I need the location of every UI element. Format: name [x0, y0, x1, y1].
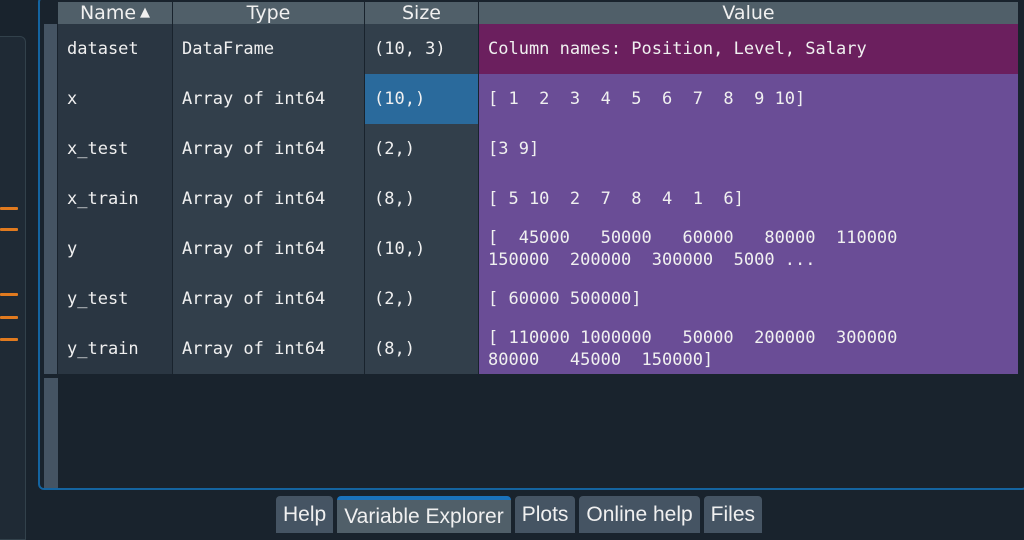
variable-value-cell[interactable]: [ 110000 1000000 50000 200000 300000 800…: [479, 324, 1019, 374]
row-header[interactable]: [44, 24, 58, 74]
variable-name-cell[interactable]: x: [58, 74, 173, 124]
variable-value-cell[interactable]: [ 45000 50000 60000 80000 110000 150000 …: [479, 224, 1019, 274]
variable-type-cell[interactable]: Array of int64: [173, 124, 365, 174]
table-row[interactable]: x_test Array of int64 (2,) [3 9]: [44, 124, 1019, 174]
variable-value-cell[interactable]: [ 5 10 2 7 8 4 1 6]: [479, 174, 1019, 224]
variable-size-cell-selected[interactable]: (10,): [365, 74, 479, 124]
tab-variable-explorer[interactable]: Variable Explorer: [337, 496, 511, 533]
variable-value-cell[interactable]: [3 9]: [479, 124, 1019, 174]
table-row[interactable]: y Array of int64 (10,) [ 45000 50000 600…: [44, 224, 1019, 274]
tab-online-help[interactable]: Online help: [579, 496, 700, 533]
row-header[interactable]: [44, 74, 58, 124]
editor-marker: [0, 338, 18, 341]
variable-size-cell[interactable]: (8,): [365, 174, 479, 224]
variable-value-cell[interactable]: [ 1 2 3 4 5 6 7 8 9 10]: [479, 74, 1019, 124]
variable-name-cell[interactable]: y_train: [58, 324, 173, 374]
editor-marker: [0, 316, 18, 319]
variable-type-cell[interactable]: Array of int64: [173, 224, 365, 274]
tab-plots[interactable]: Plots: [514, 496, 576, 533]
variable-type-cell[interactable]: Array of int64: [173, 174, 365, 224]
variable-explorer-pane: Name ▲ Type Size Value dataset DataFrame…: [38, 0, 1024, 490]
variable-size-cell[interactable]: (10, 3): [365, 24, 479, 74]
variable-type-cell[interactable]: Array of int64: [173, 274, 365, 324]
table-row[interactable]: x Array of int64 (10,) [ 1 2 3 4 5 6 7 8…: [44, 74, 1019, 124]
variable-name-cell[interactable]: x_train: [58, 174, 173, 224]
variable-size-cell[interactable]: (10,): [365, 224, 479, 274]
row-header[interactable]: [44, 124, 58, 174]
row-header[interactable]: [44, 274, 58, 324]
row-header[interactable]: [44, 324, 58, 374]
variable-name-cell[interactable]: y_test: [58, 274, 173, 324]
tab-files[interactable]: Files: [703, 496, 763, 533]
variable-name-cell[interactable]: x_test: [58, 124, 173, 174]
column-header-value-label: Value: [722, 2, 775, 24]
bottom-tab-bar: Help Variable Explorer Plots Online help…: [276, 496, 763, 533]
column-header-size[interactable]: Size: [365, 2, 479, 24]
variable-size-cell[interactable]: (2,): [365, 274, 479, 324]
editor-marker: [0, 228, 18, 231]
row-header-empty: [44, 378, 58, 488]
column-header-size-label: Size: [401, 2, 441, 24]
column-header-name[interactable]: Name ▲: [58, 2, 173, 24]
table-row[interactable]: dataset DataFrame (10, 3) Column names: …: [44, 24, 1019, 74]
variable-size-cell[interactable]: (8,): [365, 324, 479, 374]
variable-size-cell[interactable]: (2,): [365, 124, 479, 174]
table-row[interactable]: x_train Array of int64 (8,) [ 5 10 2 7 8…: [44, 174, 1019, 224]
variable-value-cell[interactable]: [ 60000 500000]: [479, 274, 1019, 324]
tab-help[interactable]: Help: [276, 496, 334, 533]
editor-edge: [0, 0, 28, 540]
variable-type-cell[interactable]: Array of int64: [173, 74, 365, 124]
row-header[interactable]: [44, 224, 58, 274]
variable-value-cell[interactable]: Column names: Position, Level, Salary: [479, 24, 1019, 74]
column-header-name-label: Name: [79, 2, 137, 24]
table-row[interactable]: y_test Array of int64 (2,) [ 60000 50000…: [44, 274, 1019, 324]
variable-table: dataset DataFrame (10, 3) Column names: …: [44, 24, 1019, 374]
editor-panel-edge: [0, 36, 26, 540]
table-header: Name ▲ Type Size Value: [58, 2, 1019, 24]
editor-marker: [0, 207, 18, 210]
table-row[interactable]: y_train Array of int64 (8,) [ 110000 100…: [44, 324, 1019, 374]
column-header-type[interactable]: Type: [173, 2, 365, 24]
sort-ascending-icon: ▲: [140, 5, 151, 20]
variable-type-cell[interactable]: Array of int64: [173, 324, 365, 374]
variable-name-cell[interactable]: dataset: [58, 24, 173, 74]
variable-type-cell[interactable]: DataFrame: [173, 24, 365, 74]
row-header[interactable]: [44, 174, 58, 224]
editor-marker: [0, 293, 18, 296]
column-header-value[interactable]: Value: [479, 2, 1019, 24]
variable-name-cell[interactable]: y: [58, 224, 173, 274]
column-header-type-label: Type: [246, 2, 291, 24]
